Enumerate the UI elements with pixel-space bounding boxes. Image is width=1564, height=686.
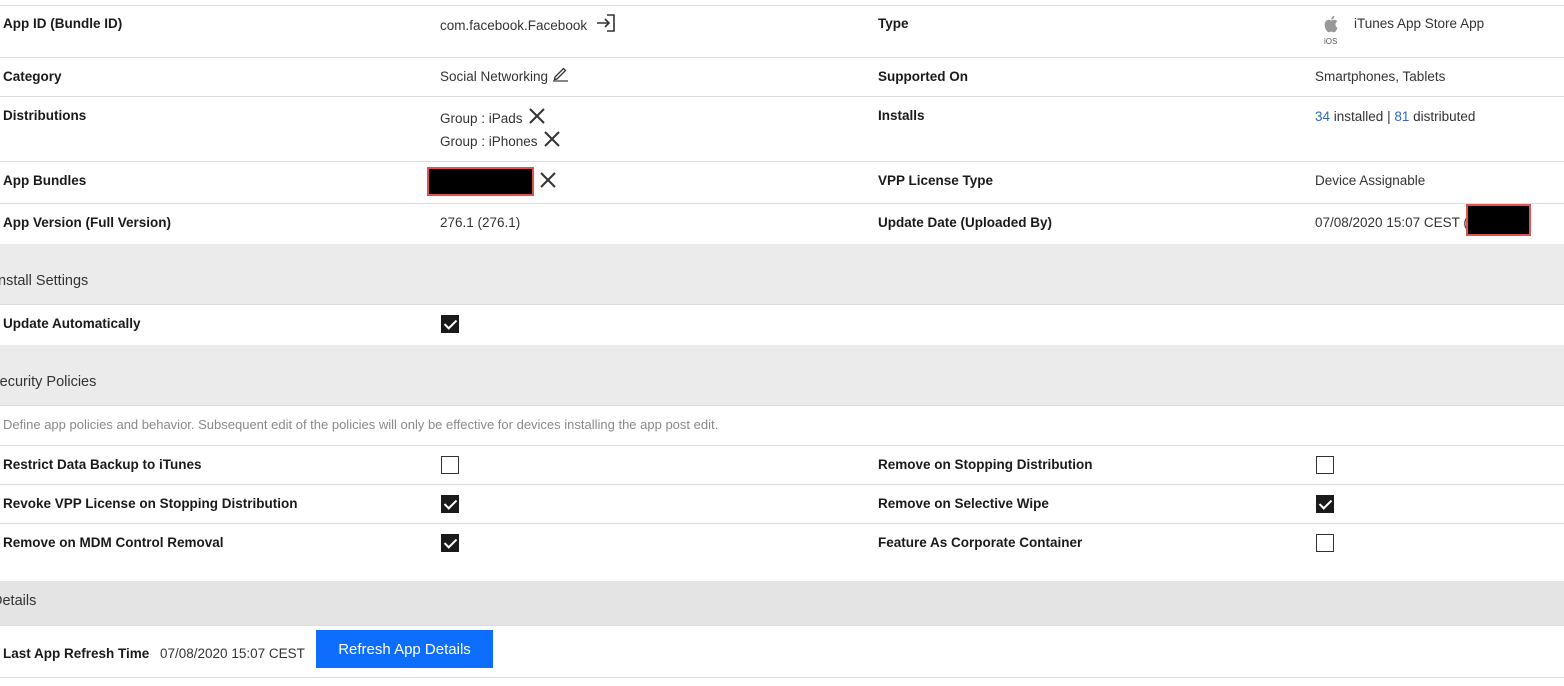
update-automatically-label: Update Automatically — [3, 316, 141, 331]
vpp-license-label: VPP License Type — [878, 173, 994, 188]
last-refresh-label: Last App Refresh Time — [3, 646, 150, 661]
row-divider — [0, 161, 1564, 162]
row-divider — [0, 5, 1564, 6]
distributions-label: Distributions — [3, 108, 87, 123]
remove-ipads-close-icon[interactable] — [527, 106, 547, 126]
installed-text: installed | — [1330, 109, 1395, 124]
revoke-vpp-checkbox[interactable] — [441, 495, 459, 513]
last-refresh-value: 07/08/2020 15:07 CEST — [160, 646, 305, 661]
installed-count-link[interactable]: 34 — [1315, 109, 1330, 124]
security-description: Define app policies and behavior. Subseq… — [3, 417, 719, 432]
remove-stopping-distribution-label: Remove on Stopping Distribution — [878, 457, 1093, 472]
row-divider — [0, 445, 1564, 446]
update-date-label: Update Date (Uploaded By) — [878, 215, 1053, 230]
remove-selective-wipe-label: Remove on Selective Wipe — [878, 496, 1049, 511]
row-divider — [0, 203, 1564, 204]
remove-mdm-checkbox[interactable] — [441, 534, 459, 552]
apple-icon — [1324, 15, 1338, 33]
revoke-vpp-label: Revoke VPP License on Stopping Distribut… — [3, 496, 298, 511]
app-bundles-label: App Bundles — [3, 173, 87, 188]
remove-stopping-distribution-checkbox[interactable] — [1316, 456, 1334, 474]
app-version-label: App Version (Full Version) — [3, 215, 172, 230]
update-date-value: 07/08/2020 15:07 CEST ( — [1315, 215, 1468, 230]
corporate-container-label: Feature As Corporate Container — [878, 535, 1083, 550]
redacted-bundle — [429, 169, 532, 194]
update-automatically-checkbox[interactable] — [441, 315, 459, 333]
supported-on-label: Supported On — [878, 69, 968, 84]
type-value: iTunes App Store App — [1354, 16, 1485, 31]
restrict-backup-label: Restrict Data Backup to iTunes — [3, 457, 202, 472]
installs-value: 34 installed | 81 distributed — [1315, 109, 1475, 124]
details-header: Details — [0, 581, 1564, 625]
row-divider — [0, 57, 1564, 58]
redacted-uploader — [1468, 206, 1529, 234]
os-tag: iOS — [1324, 37, 1338, 46]
vpp-license-value: Device Assignable — [1315, 173, 1426, 188]
row-divider — [0, 304, 1564, 305]
app-id-label: App ID (Bundle ID) — [3, 16, 123, 31]
export-icon[interactable] — [595, 13, 617, 33]
refresh-app-details-button[interactable]: Refresh App Details — [316, 630, 493, 668]
row-divider — [0, 96, 1564, 97]
app-id-value: com.facebook.Facebook — [440, 18, 588, 33]
distribution-ipads: Group : iPads — [440, 111, 523, 126]
category-value: Social Networking — [440, 69, 549, 84]
distribution-iphones: Group : iPhones — [440, 134, 538, 149]
row-divider — [0, 405, 1564, 406]
row-divider — [0, 523, 1564, 524]
distributed-text: distributed — [1409, 109, 1476, 124]
corporate-container-checkbox[interactable] — [1316, 534, 1334, 552]
row-divider — [0, 625, 1564, 626]
remove-mdm-label: Remove on MDM Control Removal — [3, 535, 224, 550]
install-settings-title: Install Settings — [0, 273, 89, 289]
supported-on-value: Smartphones, Tablets — [1315, 69, 1446, 84]
remove-selective-wipe-checkbox[interactable] — [1316, 495, 1334, 513]
security-policies-header: Security Policies — [0, 345, 1564, 405]
install-settings-header: Install Settings — [0, 244, 1564, 304]
remove-bundle-close-icon[interactable] — [538, 170, 558, 190]
security-policies-title: Security Policies — [0, 374, 97, 390]
row-divider — [0, 484, 1564, 485]
restrict-backup-checkbox[interactable] — [441, 456, 459, 474]
edit-pencil-icon[interactable] — [552, 65, 569, 82]
remove-iphones-close-icon[interactable] — [542, 129, 562, 149]
installs-label: Installs — [878, 108, 925, 123]
category-label: Category — [3, 69, 62, 84]
distributed-count-link[interactable]: 81 — [1394, 109, 1409, 124]
row-divider — [0, 677, 1564, 678]
type-label: Type — [878, 16, 909, 31]
details-title: Details — [0, 593, 37, 609]
app-version-value: 276.1 (276.1) — [440, 215, 521, 230]
